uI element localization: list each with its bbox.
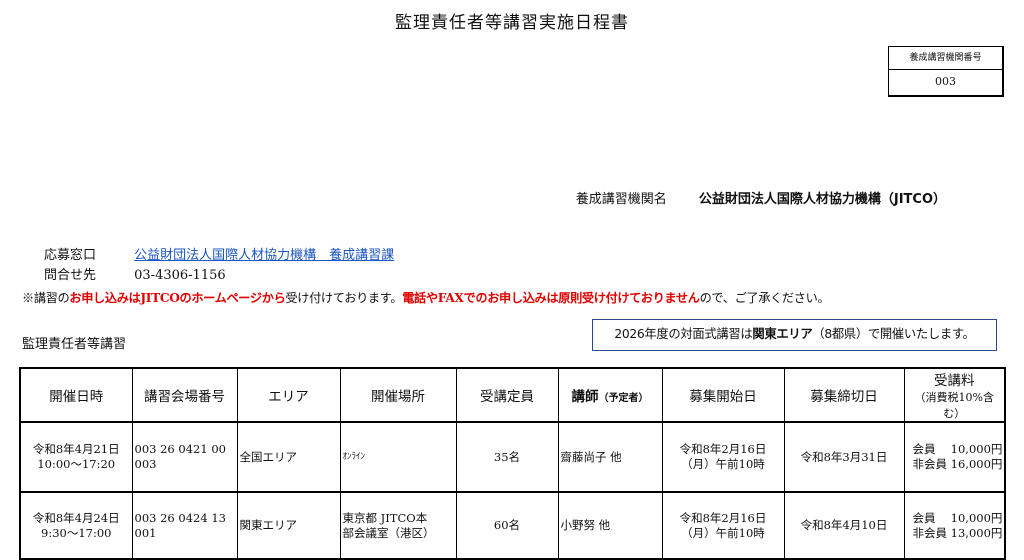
- cell-datetime: 令和8年4月21日 10:00～17:20: [19, 421, 133, 493]
- header-deadline: 募集締切日: [783, 367, 905, 423]
- table-header-row: 開催日時 講習会場番号 エリア 開催場所 受講定員 講師（予定者） 募集開始日 …: [19, 367, 1006, 423]
- application-notice: ※講習のお申し込みはJITCOのホームページから受け付けております。電話やFAX…: [22, 288, 830, 306]
- header-datetime: 開催日時: [19, 367, 133, 423]
- venue-number-line-1: 003 26 0424 13: [134, 510, 226, 525]
- header-area: エリア: [236, 367, 341, 423]
- cell-capacity: 35名: [455, 421, 559, 493]
- document-title: 監理責任者等講習実施日程書: [395, 13, 629, 33]
- cell-lecturer: 小野努 他: [557, 491, 663, 560]
- start-time: （月）午前10時: [681, 525, 765, 540]
- institution-code-box: 養成講習機関番号 003: [888, 46, 1004, 97]
- cell-location: ｵﾝﾗｲﾝ: [339, 421, 457, 493]
- fee-member: 会員 10,000円: [912, 442, 1003, 456]
- notice-part-1: ※講習の: [22, 291, 70, 305]
- announcement-part-1: 2026年度の対面式講習は: [614, 327, 753, 341]
- announcement-box: 2026年度の対面式講習は関東エリア（8都県）で開催いたします。: [592, 319, 997, 351]
- cell-venue-number: 003 26 0421 00 003: [131, 421, 238, 493]
- schedule-table: 開催日時 講習会場番号 エリア 開催場所 受講定員 講師（予定者） 募集開始日 …: [19, 367, 1006, 560]
- header-venue-number: 講習会場番号: [131, 367, 238, 423]
- cell-deadline: 令和8年4月10日: [783, 491, 905, 560]
- cell-deadline: 令和8年3月31日: [783, 421, 905, 493]
- start-date: 令和8年2月16日: [679, 442, 767, 456]
- cell-date: 令和8年4月24日: [32, 510, 120, 525]
- cell-fee: 会員 10,000円 非会員 16,000円: [903, 421, 1006, 493]
- header-start: 募集開始日: [661, 367, 785, 423]
- institution-code-value: 003: [935, 75, 956, 88]
- cell-venue-number: 003 26 0424 13 001: [131, 491, 238, 560]
- venue-number-line-2: 003: [134, 457, 157, 471]
- fee-member: 会員 10,000円: [912, 510, 1003, 525]
- announcement-part-3: （8都県）で開催いたします。: [812, 327, 975, 341]
- fee-nonmember: 非会員 16,000円: [912, 457, 1003, 471]
- header-lecturer-label: 講師: [571, 389, 599, 405]
- announcement-area: 関東エリア: [752, 327, 813, 341]
- cell-location: 東京都 JITCO本 部会議室（港区）: [339, 491, 457, 560]
- cell-fee: 会員 10,000円 非会員 13,000円: [903, 491, 1006, 560]
- cell-area: 関東エリア: [236, 491, 341, 560]
- notice-part-5: ので、ご了承ください。: [699, 291, 830, 305]
- notice-emphasis-phone: 電話やFAXでのお申し込みは原則受け付けておりません: [402, 291, 700, 305]
- cell-date: 令和8年4月21日: [32, 442, 120, 456]
- start-date: 令和8年2月16日: [679, 510, 767, 525]
- cell-capacity: 60名: [455, 491, 559, 560]
- cell-start: 令和8年2月16日 （月）午前10時: [661, 491, 785, 560]
- table-row: 令和8年4月24日 9:30～17:00 003 26 0424 13 001 関東…: [19, 491, 1006, 560]
- fee-nonmember: 非会員 13,000円: [912, 525, 1003, 540]
- cell-lecturer: 齋藤尚子 他: [557, 421, 663, 493]
- notice-part-3: 受け付けております。: [285, 291, 403, 305]
- location-line-2: 部会議室（港区）: [342, 525, 435, 540]
- inquiry-label: 問合せ先: [44, 268, 97, 283]
- inquiry-phone: 03-4306-1156: [134, 268, 226, 283]
- contact-block: 応募窓口 公益財団法人国際人材協力機構 養成講習課 問合せ先 03-4306-1…: [44, 246, 394, 286]
- header-fee-label: 受講料: [934, 373, 975, 389]
- venue-number-line-2: 001: [134, 525, 157, 540]
- header-lecturer: 講師（予定者）: [557, 367, 663, 423]
- header-location: 開催場所: [339, 367, 457, 423]
- header-lecturer-sub: （予定者）: [598, 393, 649, 404]
- cell-time: 9:30～17:00: [41, 525, 112, 540]
- application-window-label: 応募窓口: [44, 248, 97, 263]
- table-row: 令和8年4月21日 10:00～17:20 003 26 0421 00 003 全…: [19, 421, 1006, 493]
- institution-code-label: 養成講習機関番号: [889, 47, 1002, 70]
- header-fee: 受講料 （消費税10%含む）: [903, 367, 1006, 423]
- cell-datetime: 令和8年4月24日 9:30～17:00: [19, 491, 133, 560]
- location-line-1: ｵﾝﾗｲﾝ: [342, 451, 366, 462]
- venue-number-line-1: 003 26 0421 00: [134, 442, 226, 456]
- organization-label: 養成講習機関名: [575, 192, 667, 207]
- cell-time: 10:00～17:20: [37, 457, 116, 471]
- inquiry-row: 問合せ先 03-4306-1156: [44, 266, 394, 286]
- organization-name: 公益財団法人国際人材協力機構（JITCO）: [698, 192, 946, 207]
- notice-emphasis-web: お申し込みはJITCOのホームページから: [69, 291, 286, 305]
- organization-row: 養成講習機関名 公益財団法人国際人材協力機構（JITCO）: [576, 188, 946, 207]
- cell-area: 全国エリア: [236, 421, 341, 493]
- application-window-row: 応募窓口 公益財団法人国際人材協力機構 養成講習課: [44, 246, 394, 266]
- header-fee-sub: （消費税10%含む）: [914, 391, 994, 420]
- application-window-link[interactable]: 公益財団法人国際人材協力機構 養成講習課: [134, 248, 394, 263]
- section-title: 監理責任者等講習: [22, 337, 127, 352]
- start-time: （月）午前10時: [681, 457, 765, 471]
- location-line-1: 東京都 JITCO本: [342, 510, 428, 525]
- header-capacity: 受講定員: [455, 367, 559, 423]
- cell-start: 令和8年2月16日 （月）午前10時: [661, 421, 785, 493]
